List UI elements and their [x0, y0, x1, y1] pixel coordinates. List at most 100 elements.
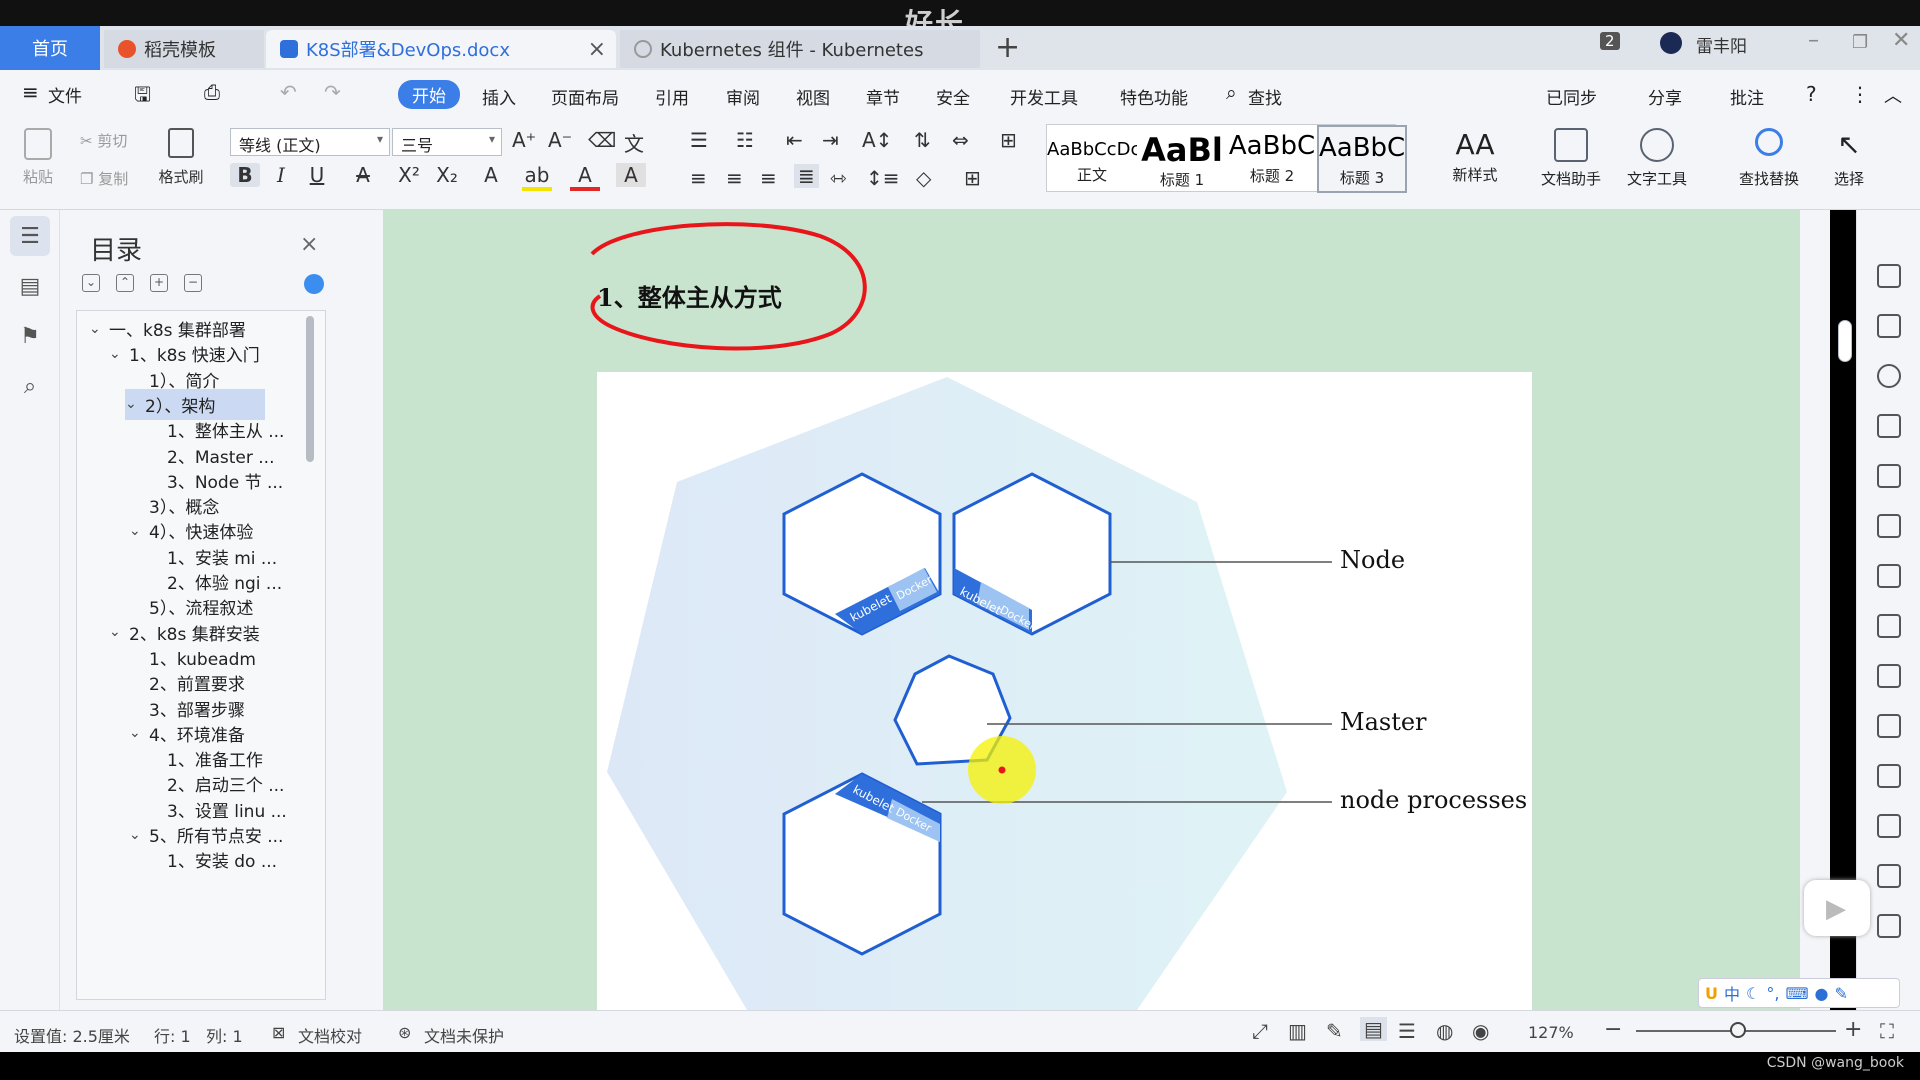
redo-icon[interactable]: ↷	[324, 80, 341, 104]
font-name-select[interactable]: 等线 (正文) ▾	[230, 128, 390, 156]
picture-icon[interactable]	[1877, 914, 1901, 938]
menu-search[interactable]: 查找	[1248, 84, 1282, 109]
bilibili-play-widget[interactable]: ▶	[1804, 880, 1870, 936]
chevron-down-icon[interactable]: ⌄	[125, 396, 145, 412]
grid-icon[interactable]	[1877, 514, 1901, 538]
toc-scrollbar[interactable]	[306, 316, 314, 462]
menu-insert[interactable]: 插入	[482, 84, 516, 109]
table-icon[interactable]: ⊞	[1000, 128, 1017, 152]
spacing-icon[interactable]: ⇔	[952, 128, 969, 152]
style-heading-3[interactable]: AaBbC 标题 3	[1317, 125, 1407, 193]
phonetic-icon[interactable]: 文	[624, 128, 644, 157]
char-shading-button[interactable]: A	[616, 163, 646, 187]
clear-format-icon[interactable]: ⌫	[588, 128, 616, 152]
menu-chapter[interactable]: 章节	[866, 84, 900, 109]
chevron-down-icon[interactable]: ⌄	[109, 624, 129, 640]
zoom-in-button[interactable]: +	[1844, 1017, 1862, 1042]
style-normal[interactable]: AaBbCcDc 正文	[1047, 125, 1137, 193]
tab-template[interactable]: 稻壳模板	[104, 30, 264, 68]
menu-page-layout[interactable]: 页面布局	[551, 84, 619, 109]
toc-item[interactable]: 1、安装 do ...	[147, 844, 277, 875]
text-tools-button[interactable]: 文字工具	[1622, 128, 1692, 189]
comment-button[interactable]: 批注	[1730, 84, 1764, 109]
strikethrough-button[interactable]: A	[348, 163, 378, 187]
collapse-all-icon[interactable]: ⌄	[82, 274, 100, 292]
shading-icon[interactable]: ◇	[916, 166, 931, 190]
shapes-icon[interactable]	[1877, 414, 1901, 438]
more-icon[interactable]: ⋮	[1850, 82, 1870, 106]
export-icon[interactable]	[1877, 764, 1901, 788]
zoom-slider-knob[interactable]	[1730, 1022, 1746, 1038]
sort-icon[interactable]: ⇅	[914, 128, 931, 152]
apps-icon[interactable]	[1877, 564, 1901, 588]
chevron-down-icon[interactable]: ⌄	[109, 346, 129, 362]
web-view-icon[interactable]: ◍	[1436, 1019, 1453, 1043]
border-icon[interactable]: ⊞	[964, 166, 981, 190]
user-icon[interactable]: ●	[1815, 984, 1829, 1003]
close-tab-icon[interactable]: ×	[588, 37, 606, 62]
fullscreen-icon[interactable]: ⤢	[1252, 1019, 1268, 1043]
punct-icon[interactable]: °,	[1766, 984, 1779, 1003]
pointer-icon[interactable]	[1877, 314, 1901, 338]
menu-references[interactable]: 引用	[655, 84, 689, 109]
edit-mode-icon[interactable]: ✎	[1326, 1019, 1343, 1043]
page-view-icon[interactable]: ▤	[1360, 1017, 1387, 1041]
find-replace-button[interactable]: 查找替换	[1734, 128, 1804, 189]
copy-button[interactable]: ❐ 复制	[80, 168, 128, 189]
expand-up-icon[interactable]: ⌃	[116, 274, 134, 292]
undo-icon[interactable]: ↶	[280, 80, 297, 104]
doc-helper-button[interactable]: 文档助手	[1536, 128, 1606, 189]
translate-icon[interactable]	[1877, 814, 1901, 838]
chart-icon[interactable]	[1877, 614, 1901, 638]
image-icon[interactable]	[1877, 714, 1901, 738]
triangle-icon[interactable]	[1877, 464, 1901, 488]
new-style-button[interactable]: AA 新样式	[1440, 128, 1510, 185]
style-heading-2[interactable]: AaBbC 标题 2	[1227, 125, 1317, 193]
chevron-down-icon[interactable]: ⌄	[129, 523, 149, 539]
hamburger-icon[interactable]: ≡	[22, 80, 39, 104]
help-icon[interactable]: ?	[1806, 82, 1817, 106]
print-icon[interactable]: ⎙	[204, 80, 220, 104]
bullet-list-icon[interactable]: ☰	[690, 128, 708, 152]
keyboard-icon[interactable]: ⌨	[1785, 984, 1808, 1003]
eye-care-icon[interactable]: ◉	[1472, 1019, 1489, 1043]
superscript-button[interactable]: X²	[394, 163, 424, 187]
format-painter-button[interactable]: 格式刷	[154, 128, 208, 187]
new-tab-button[interactable]: +	[995, 30, 1020, 65]
add-heading-icon[interactable]: +	[150, 274, 168, 292]
close-window-button[interactable]: ✕	[1892, 28, 1910, 53]
underline-button[interactable]: U	[302, 163, 332, 187]
select-button[interactable]: ↖ 选择	[1814, 128, 1884, 189]
text-direction-icon[interactable]: A↕	[862, 128, 892, 152]
status-unprotected[interactable]: 文档未保护	[424, 1023, 504, 1047]
chevron-down-icon[interactable]: ⌄	[129, 827, 149, 843]
sliders-icon[interactable]	[1877, 664, 1901, 688]
tab-document[interactable]: K8S部署&DevOps.docx ×	[266, 30, 616, 68]
page-nav-icon[interactable]: ▤	[10, 266, 50, 306]
shrink-font-icon[interactable]: A⁻	[548, 128, 572, 152]
user-name[interactable]: 雷丰阳	[1696, 32, 1747, 57]
menu-view[interactable]: 视图	[796, 84, 830, 109]
decrease-indent-icon[interactable]: ⇤	[786, 128, 803, 152]
font-size-select[interactable]: 三号 ▾	[392, 128, 502, 156]
status-proofread[interactable]: 文档校对	[298, 1023, 362, 1047]
font-color-button[interactable]: A	[570, 163, 600, 191]
style-heading-1[interactable]: AaBl 标题 1	[1137, 125, 1227, 193]
search-icon[interactable]: ⌕	[1226, 82, 1237, 104]
restore-button[interactable]: ❐	[1852, 32, 1868, 53]
tab-home[interactable]: 首页	[0, 26, 100, 70]
collapse-ribbon-icon[interactable]: ︿	[1884, 82, 1902, 108]
numbered-list-icon[interactable]: ☷	[736, 128, 754, 152]
archive-icon[interactable]	[1877, 864, 1901, 888]
outline-view-icon[interactable]: ☰	[1398, 1019, 1416, 1043]
italic-button[interactable]: I	[266, 163, 296, 187]
distribute-icon[interactable]: ⇿	[830, 166, 847, 190]
share-button[interactable]: 分享	[1648, 84, 1682, 109]
align-center-icon[interactable]: ≡	[726, 166, 743, 190]
sync-status[interactable]: 已同步	[1546, 84, 1597, 109]
moon-icon[interactable]: ☾	[1746, 984, 1760, 1003]
settings-icon[interactable]	[1877, 364, 1901, 388]
fit-page-icon[interactable]: ⛶	[1880, 1019, 1894, 1043]
remove-heading-icon[interactable]: −	[184, 274, 202, 292]
grow-font-icon[interactable]: A⁺	[512, 128, 536, 152]
